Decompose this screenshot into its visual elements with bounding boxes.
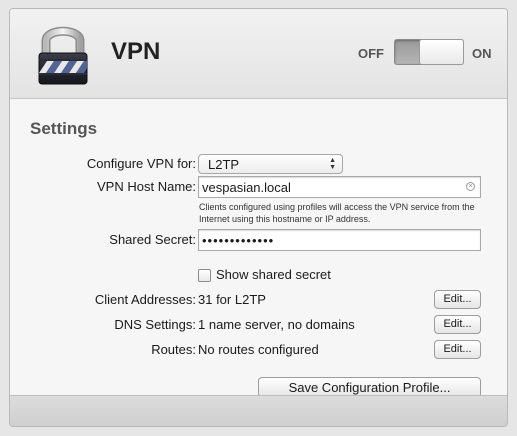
shared-secret-label: Shared Secret: [109, 232, 196, 247]
header-bar: VPN OFF ON [10, 9, 507, 99]
dns-settings-value: 1 name server, no domains [198, 317, 355, 332]
show-secret-checkbox[interactable] [198, 269, 211, 282]
client-addresses-label: Client Addresses: [94, 292, 196, 307]
updown-arrows-icon: ▲ ▼ [329, 157, 336, 171]
toggle-on-label: ON [472, 46, 492, 61]
page-title: VPN [111, 38, 161, 65]
host-help-text: Clients configured using profiles will a… [199, 202, 475, 224]
vpn-type-select[interactable]: L2TP ▲ ▼ [198, 154, 343, 174]
routes-value: No routes configured [198, 342, 319, 357]
edit-dns-button[interactable]: Edit... [434, 315, 481, 334]
show-secret-label[interactable]: Show shared secret [216, 267, 331, 282]
vpn-type-value: L2TP [208, 157, 240, 172]
vpn-power-toggle[interactable] [394, 39, 464, 65]
settings-heading: Settings [30, 119, 98, 138]
routes-label: Routes: [151, 342, 196, 357]
toggle-off-label: OFF [358, 46, 384, 61]
client-addresses-value: 31 for L2TP [198, 292, 266, 307]
edit-routes-button[interactable]: Edit... [434, 340, 481, 359]
vpn-window: VPN OFF ON Settings Configure VPN for: L… [9, 8, 508, 427]
host-name-field[interactable]: vespasian.local × [198, 176, 481, 198]
shared-secret-value: ••••••••••••• [202, 233, 275, 248]
host-name-value: vespasian.local [202, 180, 291, 195]
shared-secret-field[interactable]: ••••••••••••• [198, 229, 481, 251]
edit-client-addresses-button[interactable]: Edit... [434, 290, 481, 309]
toggle-knob[interactable] [419, 39, 464, 65]
host-name-label: VPN Host Name: [97, 179, 196, 194]
configure-vpn-label: Configure VPN for: [86, 156, 196, 171]
clear-field-icon[interactable]: × [466, 182, 475, 191]
dns-settings-label: DNS Settings: [114, 317, 196, 332]
settings-panel: Settings Configure VPN for: L2TP ▲ ▼ VPN … [10, 99, 507, 398]
footer-bar [10, 395, 507, 426]
padlock-icon [38, 26, 88, 85]
